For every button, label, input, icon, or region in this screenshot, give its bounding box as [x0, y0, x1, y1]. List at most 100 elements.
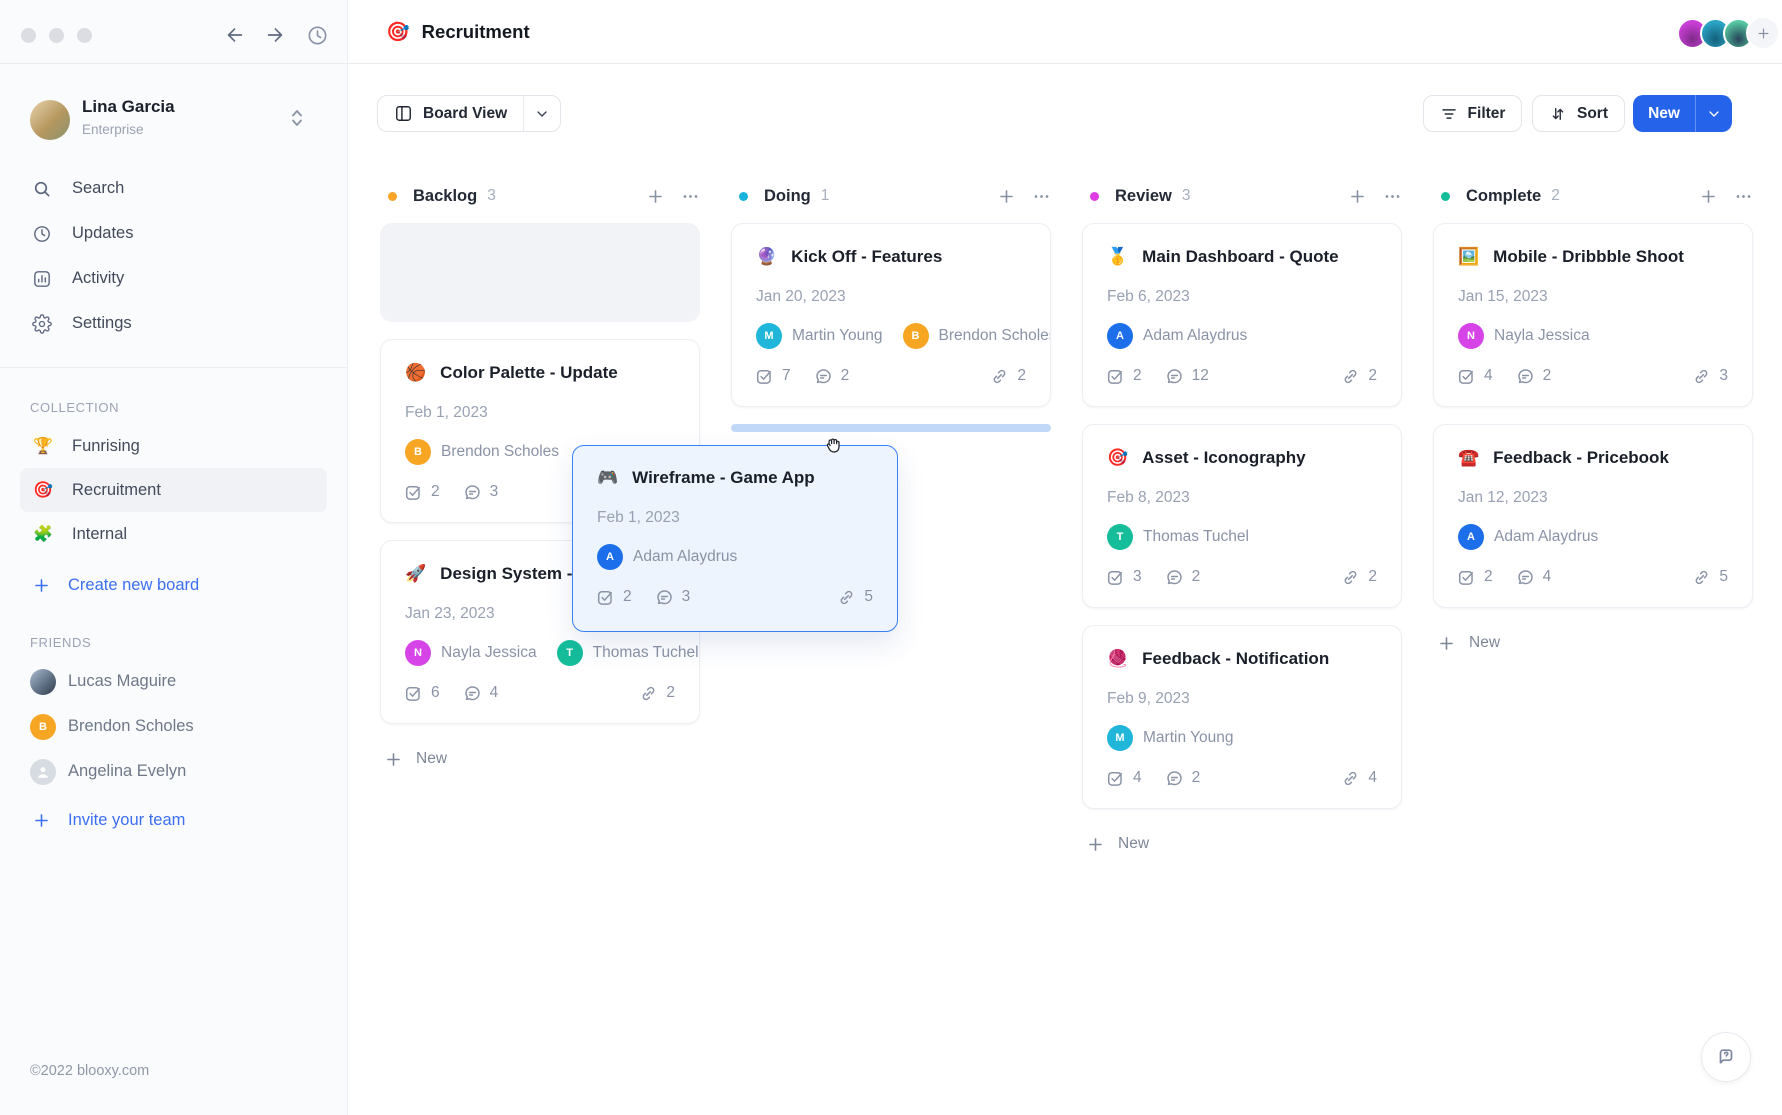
card-date: Jan 12, 2023 [1458, 489, 1728, 509]
comment-count: 4 [490, 684, 499, 702]
add-card-button[interactable] [1348, 187, 1367, 206]
back-arrow-icon[interactable] [224, 24, 246, 46]
card-feedback-pricebook[interactable]: ☎️Feedback - PricebookJan 12, 2023AAdam … [1433, 424, 1753, 608]
comment-count: 4 [1543, 568, 1552, 586]
user-avatar [30, 100, 70, 140]
history-icon[interactable] [306, 24, 329, 47]
card-asset-iconography[interactable]: 🎯Asset - IconographyFeb 8, 2023TThomas T… [1082, 424, 1402, 608]
link-stat: 5 [1693, 568, 1728, 586]
sidebar-item-activity[interactable]: Activity [0, 256, 347, 301]
card-date: Jan 20, 2023 [756, 288, 1026, 308]
card-title: Kick Off - Features [791, 247, 942, 267]
assignee-avatar: T [557, 640, 583, 666]
link-icon [1693, 569, 1710, 586]
card-mobile-dribbble-shoot[interactable]: 🖼️Mobile - Dribbble ShootJan 15, 2023NNa… [1433, 223, 1753, 407]
card-title-row: 🏀Color Palette - Update [405, 361, 675, 385]
assignee-avatar: M [756, 323, 782, 349]
forward-arrow-icon[interactable] [264, 24, 286, 46]
new-card-button[interactable]: New [1082, 833, 1402, 855]
card-stats: 322 [1107, 566, 1377, 588]
assignee-name: Nayla Jessica [1494, 327, 1590, 345]
column-actions [646, 187, 700, 206]
column-status-dot [1090, 192, 1099, 201]
task-count: 3 [1133, 568, 1142, 586]
board-emoji-icon: 🏆 [32, 436, 54, 456]
board-emoji-icon: 🎯 [32, 480, 54, 500]
create-new-board-button[interactable]: Create new board [32, 576, 199, 595]
add-card-button[interactable] [997, 187, 1016, 206]
card-assignees: MMartin Young [1107, 725, 1377, 751]
sidebar-board-funrising[interactable]: 🏆Funrising [20, 424, 327, 468]
sidebar-board-internal[interactable]: 🧩Internal [20, 512, 327, 556]
sidebar-item-label: Updates [72, 224, 133, 243]
friend-lucas-maguire[interactable]: Lucas Maguire [0, 659, 347, 704]
dragged-card[interactable]: 🎮Wireframe - Game AppFeb 1, 2023AAdam Al… [572, 445, 898, 632]
task-icon [1458, 569, 1475, 586]
assignee-name: Thomas Tuchel [1143, 528, 1249, 546]
link-icon [640, 685, 657, 702]
column-doing: Doing1🔮Kick Off - FeaturesJan 20, 2023MM… [731, 0, 1051, 855]
card-title: Mobile - Dribbble Shoot [1493, 247, 1684, 267]
link-count: 2 [666, 684, 675, 702]
plus-icon [32, 811, 51, 830]
window-dot-3[interactable] [77, 28, 92, 43]
assignee-avatar: A [1107, 323, 1133, 349]
card-title-row: 🎮Wireframe - Game App [597, 466, 873, 490]
card-kick-off-features[interactable]: 🔮Kick Off - FeaturesJan 20, 2023MMartin … [731, 223, 1051, 407]
user-profile[interactable]: Lina Garcia Enterprise [0, 96, 347, 144]
column-header: Doing1 [731, 185, 1051, 207]
link-icon [991, 368, 1008, 385]
card-assignees: AAdam Alaydrus [1458, 524, 1728, 550]
help-button[interactable] [1701, 1032, 1751, 1082]
assignee-name: Thomas Tuchel [593, 644, 699, 662]
invite-team-button[interactable]: Invite your team [32, 811, 185, 830]
link-count: 2 [1017, 367, 1026, 385]
card-title: Design System - C [440, 564, 589, 584]
comment-count: 3 [682, 588, 691, 606]
assignee-name: Adam Alaydrus [1143, 327, 1247, 345]
card-date: Feb 9, 2023 [1107, 690, 1377, 710]
card-stats: 424 [1107, 767, 1377, 789]
column-count: 2 [1551, 187, 1560, 205]
drop-placeholder [380, 223, 700, 322]
sidebar-item-settings[interactable]: Settings [0, 301, 347, 346]
column-name: Backlog [413, 187, 477, 206]
task-icon [405, 685, 422, 702]
card-emoji-icon: 🚀 [405, 564, 426, 584]
add-card-button[interactable] [1699, 187, 1718, 206]
column-menu-button[interactable] [1383, 187, 1402, 206]
sidebar-item-search[interactable]: Search [0, 166, 347, 211]
kanban-board: Backlog3🏀Color Palette - UpdateFeb 1, 20… [380, 0, 1753, 855]
assignee: A Adam Alaydrus [1107, 323, 1247, 349]
sidebar-item-label: Search [72, 179, 124, 198]
card-stats: 235 [597, 586, 873, 608]
link-count: 2 [1368, 568, 1377, 586]
add-card-button[interactable] [646, 187, 665, 206]
column-content: 🥇Main Dashboard - QuoteFeb 6, 2023AAdam … [1082, 223, 1402, 855]
assignee-avatar: M [1107, 725, 1133, 751]
sidebar-board-recruitment[interactable]: 🎯Recruitment [20, 468, 327, 512]
sidebar-item-updates[interactable]: Updates [0, 211, 347, 256]
collection-list: 🏆Funrising🎯Recruitment🧩Internal [0, 424, 347, 556]
assignee-name: Adam Alaydrus [1494, 528, 1598, 546]
window-dot-2[interactable] [49, 28, 64, 43]
card-assignees: TThomas Tuchel [1107, 524, 1377, 550]
assignee-avatar: N [405, 640, 431, 666]
column-menu-button[interactable] [681, 187, 700, 206]
comment-count: 3 [490, 483, 499, 501]
column-menu-button[interactable] [1032, 187, 1051, 206]
window-dot-1[interactable] [21, 28, 36, 43]
new-card-button[interactable]: New [380, 748, 700, 770]
clock-icon [32, 224, 52, 244]
new-card-button[interactable]: New [1433, 632, 1753, 654]
friend-angelina-evelyn[interactable]: Angelina Evelyn [0, 749, 347, 794]
column-menu-button[interactable] [1734, 187, 1753, 206]
task-icon [1107, 569, 1124, 586]
comment-icon [1166, 368, 1183, 385]
friend-brendon-scholes[interactable]: BBrendon Scholes [0, 704, 347, 749]
comment-count: 2 [841, 367, 850, 385]
card-feedback-notification[interactable]: 🧶Feedback - NotificationFeb 9, 2023MMart… [1082, 625, 1402, 809]
card-main-dashboard-quote[interactable]: 🥇Main Dashboard - QuoteFeb 6, 2023AAdam … [1082, 223, 1402, 407]
workspace-switcher-icon[interactable] [289, 106, 305, 130]
link-stat: 2 [1342, 367, 1377, 385]
